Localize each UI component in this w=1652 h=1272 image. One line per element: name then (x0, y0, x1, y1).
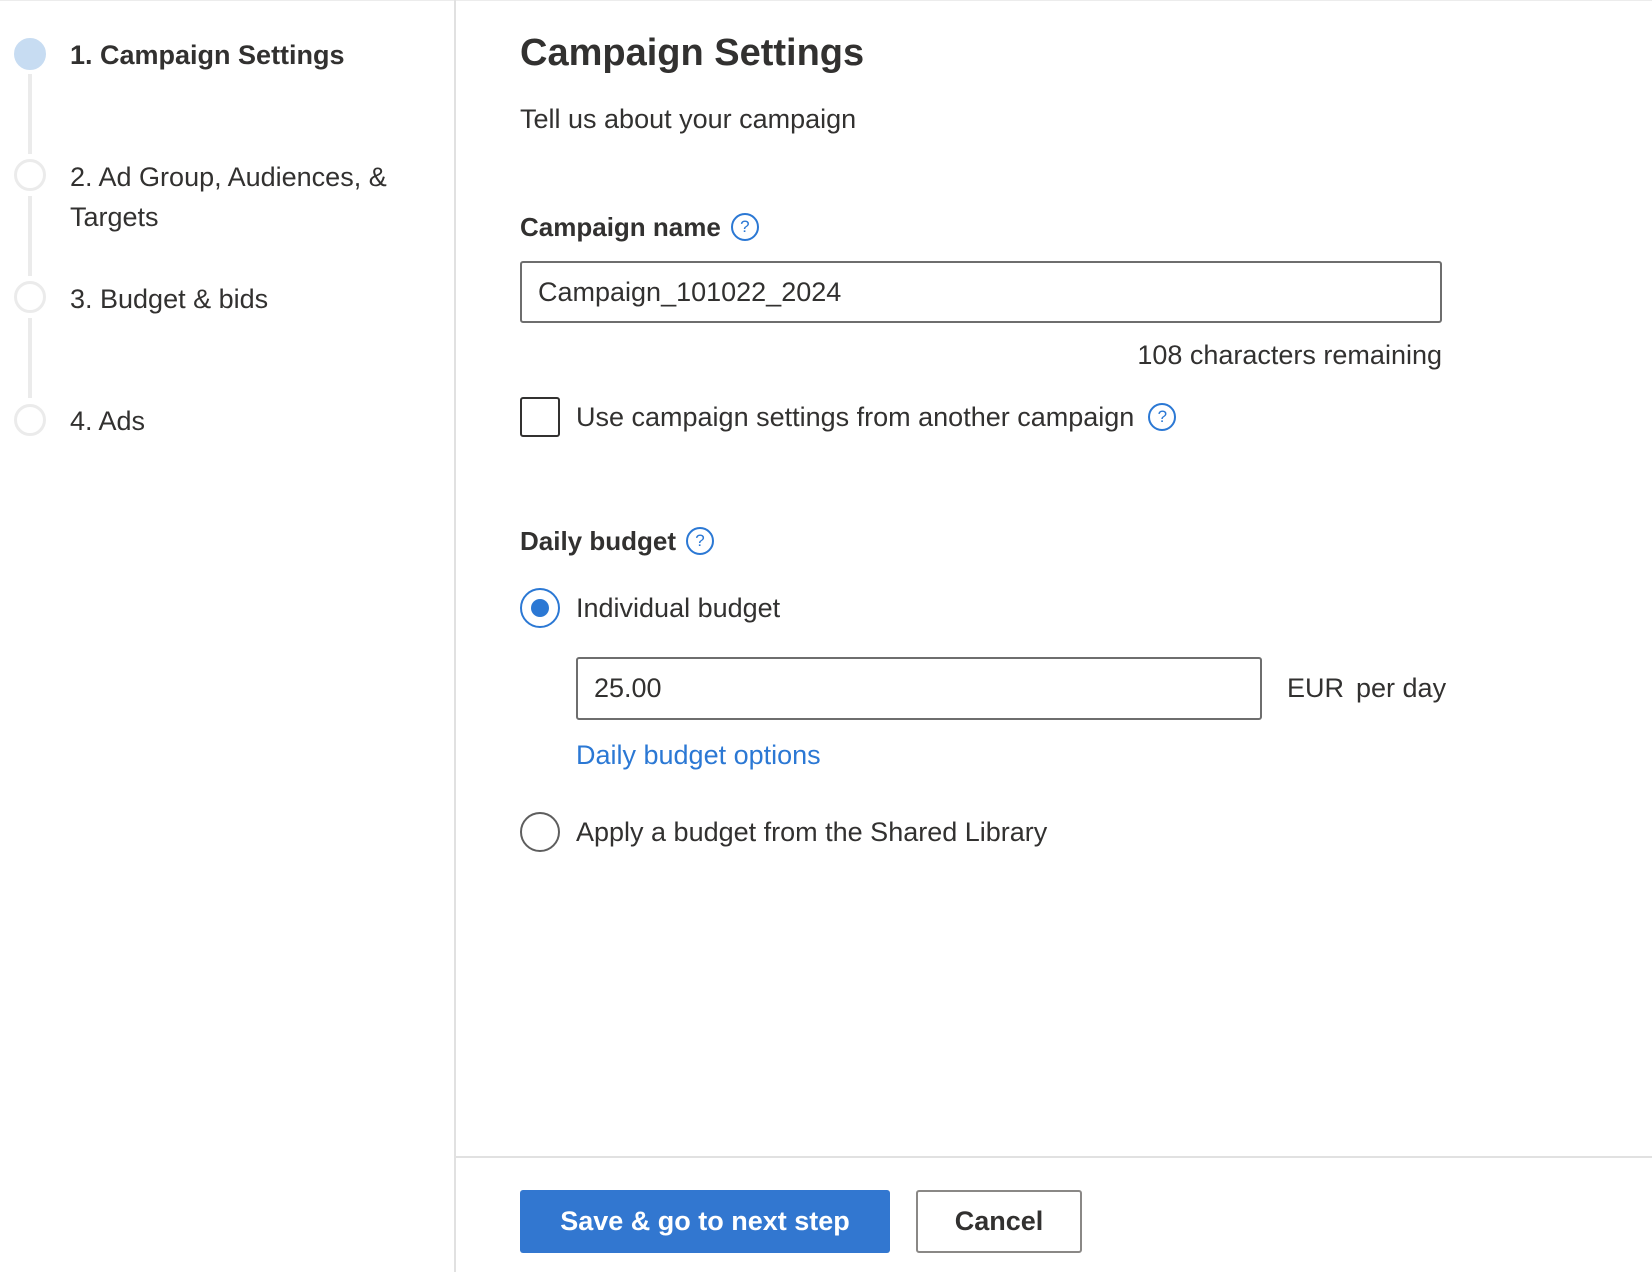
step-connector (28, 74, 32, 154)
budget-amount-input[interactable]: 25.00 (576, 657, 1262, 720)
step-3-indicator-icon (14, 281, 46, 313)
period-label: per day (1356, 673, 1447, 703)
copy-settings-row: Use campaign settings from another campa… (576, 398, 1177, 436)
copy-settings-checkbox[interactable] (520, 397, 560, 437)
characters-remaining: 108 characters remaining (1137, 340, 1442, 370)
page-subtitle: Tell us about your campaign (520, 104, 857, 134)
shared-library-budget-radio[interactable] (520, 812, 560, 852)
step-1-indicator-icon (14, 38, 46, 70)
campaign-settings-form: Campaign Settings Tell us about your cam… (456, 0, 1652, 1272)
step-4-ads[interactable]: 4. Ads (70, 401, 430, 441)
campaign-name-input[interactable]: Campaign_101022_2024 (520, 261, 1442, 323)
step-1-campaign-settings[interactable]: 1. Campaign Settings (70, 35, 430, 75)
individual-budget-radio[interactable] (520, 588, 560, 628)
daily-budget-label-text: Daily budget (520, 526, 677, 556)
step-connector (28, 196, 32, 276)
budget-unit: EUR per day (1287, 669, 1446, 707)
step-2-indicator-icon (14, 159, 46, 191)
step-2-ad-group[interactable]: 2. Ad Group, Audiences, & Targets (70, 157, 430, 237)
campaign-name-help-icon[interactable]: ? (730, 213, 759, 241)
save-next-step-button[interactable]: Save & go to next step (520, 1190, 890, 1253)
daily-budget-options-link[interactable]: Daily budget options (576, 736, 821, 774)
footer-divider (456, 1156, 1652, 1158)
wizard-steps-sidebar: 1. Campaign Settings 2. Ad Group, Audien… (0, 0, 455, 1272)
radio-selected-dot (531, 599, 549, 617)
step-connector (28, 318, 32, 398)
cancel-button[interactable]: Cancel (916, 1190, 1082, 1253)
step-4-indicator-icon (14, 404, 46, 436)
step-2-label-line1: 2. Ad Group, Audiences, & (70, 162, 387, 192)
shared-library-budget-label[interactable]: Apply a budget from the Shared Library (576, 813, 1047, 851)
individual-budget-label[interactable]: Individual budget (576, 589, 780, 627)
budget-amount-value: 25.00 (594, 673, 662, 703)
daily-budget-help-icon[interactable]: ? (686, 527, 715, 555)
step-2-label-line2: Targets (70, 202, 159, 232)
campaign-name-label-text: Campaign name (520, 212, 721, 242)
campaign-name-value: Campaign_101022_2024 (538, 276, 842, 307)
currency-label: EUR (1287, 673, 1345, 703)
copy-settings-label[interactable]: Use campaign settings from another campa… (576, 398, 1134, 436)
step-3-budget-bids[interactable]: 3. Budget & bids (70, 279, 430, 319)
page-title: Campaign Settings (520, 32, 865, 74)
daily-budget-label: Daily budget ? (520, 523, 715, 559)
copy-settings-help-icon[interactable]: ? (1148, 403, 1177, 431)
campaign-name-label: Campaign name ? (520, 209, 759, 245)
